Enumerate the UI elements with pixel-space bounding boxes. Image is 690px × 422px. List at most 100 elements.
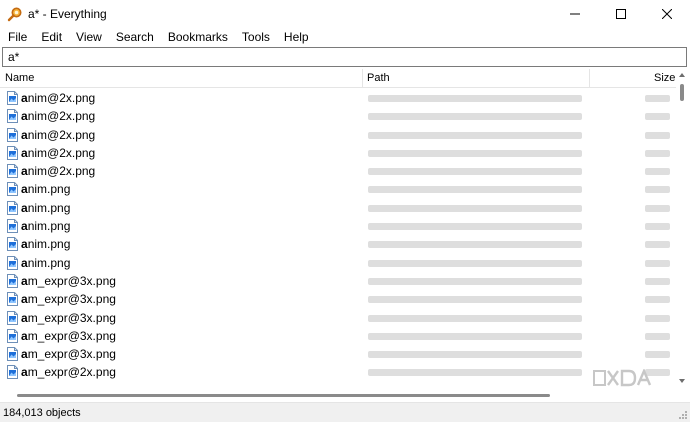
minimize-button[interactable] xyxy=(552,0,598,28)
close-icon xyxy=(662,9,672,19)
column-path-header[interactable]: Path xyxy=(367,69,390,88)
file-name: anim@2x.png xyxy=(21,128,95,142)
file-name-match: a xyxy=(21,182,28,197)
menu-bar: File Edit View Search Bookmarks Tools He… xyxy=(0,28,690,46)
png-file-icon xyxy=(7,328,18,343)
table-row[interactable]: am_expr@3x.png xyxy=(0,345,676,363)
horizontal-scroll-thumb[interactable] xyxy=(17,394,550,397)
table-row[interactable]: anim.png xyxy=(0,217,676,235)
menu-search[interactable]: Search xyxy=(109,29,161,45)
file-name-rest: m_expr@2x.png xyxy=(27,365,116,380)
file-size xyxy=(645,186,670,194)
file-size xyxy=(645,314,670,322)
file-name: am_expr@3x.png xyxy=(21,274,116,288)
table-row[interactable]: anim.png xyxy=(0,235,676,253)
table-row[interactable]: anim.png xyxy=(0,254,676,272)
table-row[interactable]: anim@2x.png xyxy=(0,89,676,107)
file-name: anim@2x.png xyxy=(21,164,95,178)
table-row[interactable]: anim@2x.png xyxy=(0,162,676,180)
scroll-up-icon[interactable] xyxy=(679,73,685,77)
file-name-rest: nim.png xyxy=(27,255,71,270)
file-path xyxy=(368,259,582,267)
object-count: 184,013 objects xyxy=(3,407,81,419)
table-row[interactable]: am_expr@3x.png xyxy=(0,290,676,308)
column-divider[interactable] xyxy=(589,69,590,88)
file-name-match: a xyxy=(21,347,28,362)
column-header: Name Path Size xyxy=(0,69,676,88)
file-size xyxy=(645,259,670,267)
file-name-match: a xyxy=(21,91,28,105)
table-row[interactable]: am_expr@2x.png xyxy=(0,363,676,381)
file-size xyxy=(645,296,670,304)
file-size xyxy=(645,351,670,359)
png-file-icon xyxy=(7,273,18,288)
file-name: am_expr@2x.png xyxy=(21,365,116,379)
table-row[interactable]: anim@2x.png xyxy=(0,126,676,144)
resize-grip-icon[interactable] xyxy=(678,410,688,420)
close-button[interactable] xyxy=(644,0,690,28)
table-row[interactable]: am_expr@3x.png xyxy=(0,272,676,290)
file-path xyxy=(368,277,582,285)
file-name-rest: nim@2x.png xyxy=(27,109,96,124)
menu-help[interactable]: Help xyxy=(277,29,316,45)
maximize-button[interactable] xyxy=(598,0,644,28)
menu-bookmarks[interactable]: Bookmarks xyxy=(161,29,235,45)
magnifier-icon xyxy=(7,7,22,22)
file-name-rest: m_expr@3x.png xyxy=(27,328,116,343)
menu-tools[interactable]: Tools xyxy=(235,29,277,45)
file-name-match: a xyxy=(21,310,28,325)
file-name-match: a xyxy=(21,255,28,270)
png-file-icon xyxy=(7,145,18,160)
column-divider[interactable] xyxy=(362,69,363,88)
file-name: anim@2x.png xyxy=(21,146,95,160)
status-bar: 184,013 objects xyxy=(0,402,690,422)
file-size xyxy=(645,332,670,340)
file-name: anim.png xyxy=(21,182,70,196)
vertical-scroll-thumb[interactable] xyxy=(680,84,684,101)
file-name-rest: nim@2x.png xyxy=(27,127,96,142)
file-size xyxy=(645,241,670,249)
file-name-rest: nim@2x.png xyxy=(27,145,96,160)
file-name-match: a xyxy=(21,200,28,215)
table-row[interactable]: anim.png xyxy=(0,199,676,217)
table-row[interactable]: am_expr@3x.png xyxy=(0,327,676,345)
search-input[interactable] xyxy=(3,48,686,66)
file-name-rest: m_expr@3x.png xyxy=(27,310,116,325)
file-name-match: a xyxy=(21,292,28,307)
table-row[interactable]: anim@2x.png xyxy=(0,144,676,162)
file-path xyxy=(368,149,582,157)
column-name-header[interactable]: Name xyxy=(5,69,34,88)
file-path xyxy=(368,296,582,304)
vertical-scrollbar[interactable] xyxy=(676,69,690,388)
table-row[interactable]: am_expr@3x.png xyxy=(0,309,676,327)
file-size xyxy=(645,277,670,285)
file-path xyxy=(368,223,582,231)
column-size-header[interactable]: Size xyxy=(654,69,675,88)
file-path xyxy=(368,332,582,340)
file-size xyxy=(645,204,670,212)
png-file-icon xyxy=(7,164,18,179)
table-row[interactable]: anim@2x.png xyxy=(0,107,676,125)
maximize-icon xyxy=(616,9,626,19)
file-name-match: a xyxy=(21,237,28,252)
file-size xyxy=(645,95,670,102)
png-file-icon xyxy=(7,237,18,252)
png-file-icon xyxy=(7,292,18,307)
horizontal-scrollbar[interactable] xyxy=(0,388,676,402)
menu-file[interactable]: File xyxy=(0,29,34,45)
png-file-icon xyxy=(7,310,18,325)
scroll-down-icon[interactable] xyxy=(679,379,685,383)
menu-edit[interactable]: Edit xyxy=(34,29,69,45)
file-name-match: a xyxy=(21,365,28,380)
png-file-icon xyxy=(7,347,18,362)
file-size xyxy=(645,131,670,139)
file-name-rest: nim@2x.png xyxy=(27,91,96,105)
file-name: anim@2x.png xyxy=(21,91,95,105)
png-file-icon xyxy=(7,127,18,142)
file-path xyxy=(368,241,582,249)
table-row[interactable]: anim.png xyxy=(0,180,676,198)
menu-view[interactable]: View xyxy=(69,29,109,45)
file-size xyxy=(645,168,670,176)
file-name: anim.png xyxy=(21,237,70,251)
file-path xyxy=(368,131,582,139)
